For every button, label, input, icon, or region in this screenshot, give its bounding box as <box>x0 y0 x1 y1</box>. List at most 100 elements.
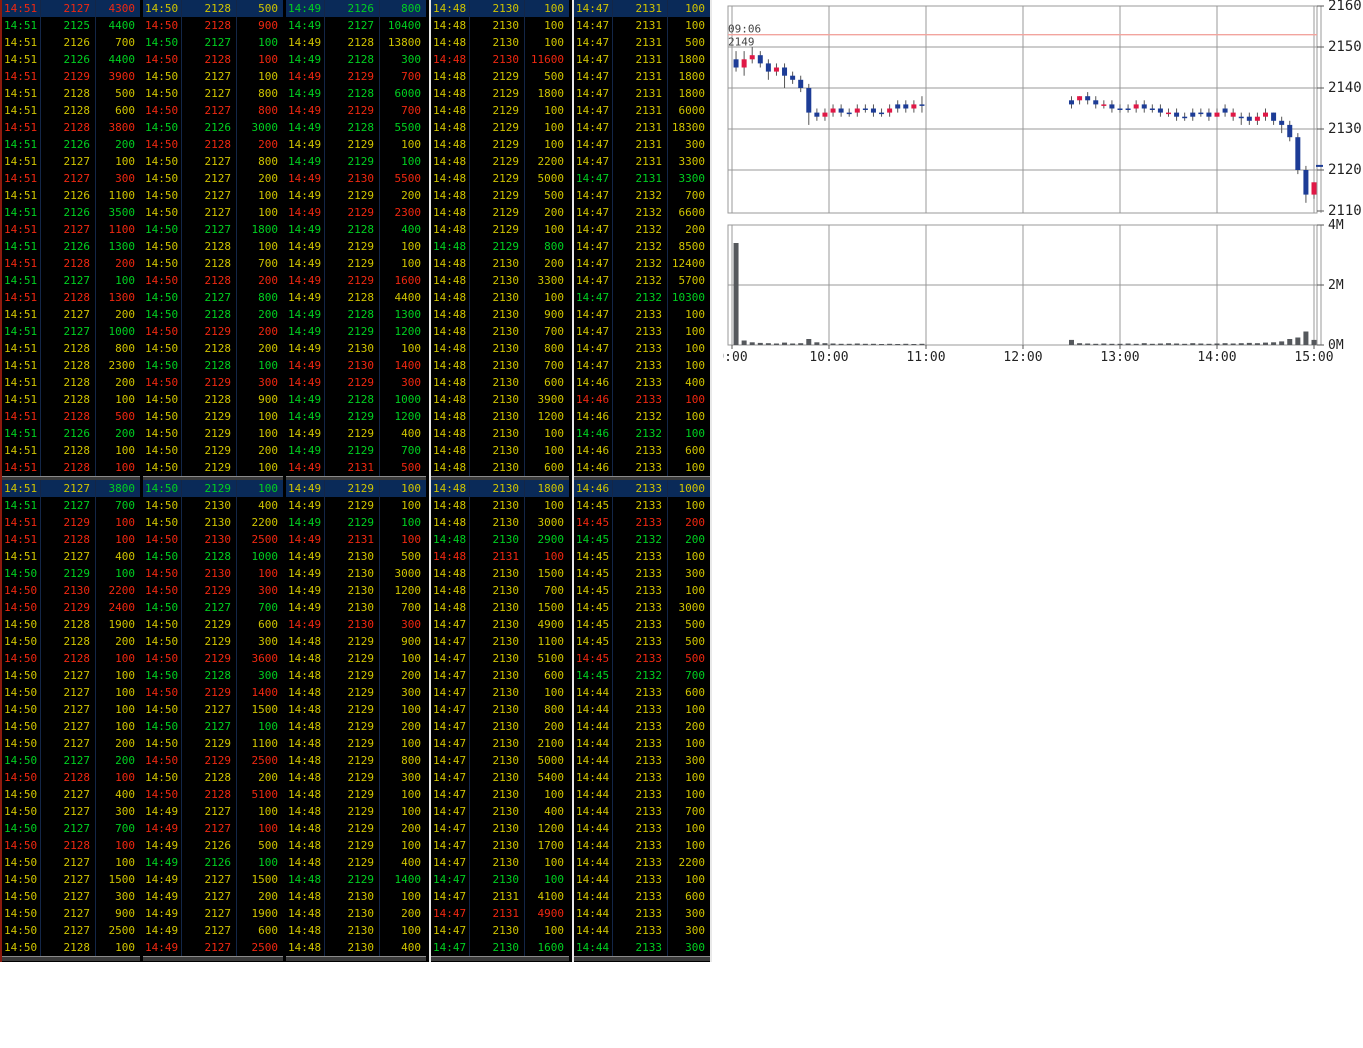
tape-row[interactable]: 14:44 2133 700 <box>574 803 710 820</box>
tape-row[interactable]: 14:44 2133 100 <box>574 820 710 837</box>
tape-row[interactable]: 14:47 2131 1800 <box>574 68 710 85</box>
tape-row[interactable]: 14:50 2128 100 <box>2 837 140 854</box>
tape-row[interactable]: 14:45 2133 500 <box>574 616 710 633</box>
tape-row[interactable]: 14:45 2132 200 <box>574 531 710 548</box>
tape-row[interactable]: 14:49 2129 1600 <box>286 272 426 289</box>
tape-row[interactable]: 14:50 2128 200 <box>143 272 283 289</box>
tape-row[interactable]: 14:50 2128 100 <box>2 939 140 956</box>
tape-row[interactable]: 14:48 2129 1800 <box>431 85 569 102</box>
tape-row[interactable]: 14:47 2130 1700 <box>431 837 569 854</box>
tape-row[interactable]: 14:49 2130 5500 <box>286 170 426 187</box>
tape-row[interactable]: 14:49 2130 100 <box>286 340 426 357</box>
tape-row[interactable]: 14:48 2129 200 <box>286 667 426 684</box>
tape-row[interactable]: 14:48 2129 2200 <box>431 153 569 170</box>
tape-row[interactable]: 14:50 2129 100 <box>143 425 283 442</box>
tape-row[interactable]: 14:47 2131 1800 <box>574 85 710 102</box>
tape-row[interactable]: 14:51 2128 1300 <box>2 289 140 306</box>
tape-row[interactable]: 14:49 2131 100 <box>286 531 426 548</box>
tape-row[interactable]: 14:48 2130 400 <box>286 939 426 956</box>
tape-row[interactable]: 14:50 2127 1500 <box>143 701 283 718</box>
tape-row[interactable]: 14:47 2131 300 <box>574 136 710 153</box>
tape-row[interactable]: 14:50 2129 1400 <box>143 684 283 701</box>
tape-row[interactable]: 14:44 2133 600 <box>574 684 710 701</box>
tape-row[interactable]: 14:49 2128 6000 <box>286 85 426 102</box>
tape-row[interactable]: 14:45 2133 100 <box>574 548 710 565</box>
tape-row[interactable]: 14:47 2130 200 <box>431 718 569 735</box>
tape-row[interactable]: 14:49 2129 100 <box>286 238 426 255</box>
tape-row[interactable]: 14:51 2127 200 <box>2 306 140 323</box>
tape-row[interactable]: 14:44 2133 300 <box>574 922 710 939</box>
tape-row[interactable]: 14:47 2131 4100 <box>431 888 569 905</box>
tape-row[interactable]: 14:48 2130 3900 <box>431 391 569 408</box>
tape-row[interactable]: 14:51 2126 200 <box>2 136 140 153</box>
tape-row[interactable]: 14:49 2127 100 <box>143 820 283 837</box>
tape-row[interactable]: 14:48 2130 800 <box>431 340 569 357</box>
panel-scrollbar[interactable] <box>286 956 426 961</box>
tape-row[interactable]: 14:48 2129 100 <box>431 119 569 136</box>
tape-row[interactable]: 14:48 2130 1500 <box>431 599 569 616</box>
tape-row[interactable]: 14:44 2133 300 <box>574 939 710 956</box>
tape-row[interactable]: 14:48 2130 200 <box>431 255 569 272</box>
tape-row[interactable]: 14:50 2128 900 <box>143 391 283 408</box>
tape-row[interactable]: 14:51 2128 100 <box>2 391 140 408</box>
tape-row[interactable]: 14:48 2129 100 <box>431 136 569 153</box>
tape-row[interactable]: 14:48 2130 1200 <box>431 408 569 425</box>
tape-row[interactable]: 14:48 2129 200 <box>286 820 426 837</box>
tape-row[interactable]: 14:47 2130 5400 <box>431 769 569 786</box>
tape-row[interactable]: 14:51 2127 100 <box>2 153 140 170</box>
panel-scrollbar[interactable] <box>2 956 140 961</box>
tape-row[interactable]: 14:50 2127 400 <box>2 786 140 803</box>
tape-row[interactable]: 14:51 2126 3500 <box>2 204 140 221</box>
tape-row[interactable]: 14:49 2129 1200 <box>286 323 426 340</box>
tape-row[interactable]: 14:48 2130 100 <box>286 922 426 939</box>
tape-row[interactable]: 14:51 2126 200 <box>2 425 140 442</box>
tape-row[interactable]: 14:48 2130 700 <box>431 582 569 599</box>
tape-row[interactable]: 14:50 2127 800 <box>143 102 283 119</box>
tape-row[interactable]: 14:48 2129 100 <box>286 701 426 718</box>
tape-row[interactable]: 14:47 2132 12400 <box>574 255 710 272</box>
tape-row[interactable]: 14:48 2130 100 <box>431 425 569 442</box>
tape-row[interactable]: 14:48 2130 200 <box>286 905 426 922</box>
tape-row[interactable]: 14:51 2128 100 <box>2 459 140 476</box>
tape-row[interactable]: 14:45 2133 500 <box>574 633 710 650</box>
tape-row[interactable]: 14:50 2129 3600 <box>143 650 283 667</box>
tape-row[interactable]: 14:46 2133 100 <box>574 391 710 408</box>
tape-row[interactable]: 14:51 2126 1100 <box>2 187 140 204</box>
tape-row[interactable]: 14:45 2133 300 <box>574 565 710 582</box>
tape-row[interactable]: 14:49 2128 400 <box>286 221 426 238</box>
tape-row[interactable]: 14:48 2129 1400 <box>286 871 426 888</box>
tape-row[interactable]: 14:49 2130 700 <box>286 599 426 616</box>
tape-row[interactable]: 14:47 2133 100 <box>574 340 710 357</box>
tape-row[interactable]: 14:48 2129 400 <box>286 854 426 871</box>
tape-row[interactable]: 14:51 2129 100 <box>2 514 140 531</box>
tape-row-selected[interactable]: 14:50 2128 500 <box>143 0 283 17</box>
tape-row[interactable]: 14:48 2129 300 <box>286 684 426 701</box>
tape-row[interactable]: 14:48 2129 300 <box>286 769 426 786</box>
tape-row[interactable]: 14:44 2133 200 <box>574 718 710 735</box>
tape-row[interactable]: 14:47 2130 100 <box>431 684 569 701</box>
tape-row[interactable]: 14:47 2132 6600 <box>574 204 710 221</box>
tape-row[interactable]: 14:48 2130 100 <box>431 497 569 514</box>
tape-row[interactable]: 14:48 2130 100 <box>431 34 569 51</box>
tape-row[interactable]: 14:51 2128 100 <box>2 531 140 548</box>
tape-row[interactable]: 14:47 2130 800 <box>431 701 569 718</box>
tape-row[interactable]: 14:49 2128 4400 <box>286 289 426 306</box>
tape-row[interactable]: 14:50 2128 200 <box>143 306 283 323</box>
tape-row[interactable]: 14:47 2131 3300 <box>574 153 710 170</box>
tape-row[interactable]: 14:51 2126 700 <box>2 34 140 51</box>
tape-row[interactable]: 14:51 2128 500 <box>2 408 140 425</box>
tape-row[interactable]: 14:50 2129 2500 <box>143 752 283 769</box>
tape-row[interactable]: 14:48 2130 3000 <box>431 514 569 531</box>
tape-row[interactable]: 14:51 2125 4400 <box>2 17 140 34</box>
tape-row[interactable]: 14:51 2127 100 <box>2 272 140 289</box>
tape-row[interactable]: 14:50 2129 200 <box>143 442 283 459</box>
tape-row[interactable]: 14:50 2129 200 <box>143 323 283 340</box>
tape-row[interactable]: 14:50 2126 3000 <box>143 119 283 136</box>
tape-row-selected[interactable]: 14:51 2127 3800 <box>2 480 140 497</box>
tape-row[interactable]: 14:48 2130 3300 <box>431 272 569 289</box>
tape-row[interactable]: 14:50 2127 100 <box>143 34 283 51</box>
tape-row[interactable]: 14:51 2127 300 <box>2 170 140 187</box>
tape-row-selected[interactable]: 14:48 2130 100 <box>431 0 569 17</box>
tape-row[interactable]: 14:49 2128 5500 <box>286 119 426 136</box>
tape-row[interactable]: 14:48 2129 200 <box>286 718 426 735</box>
